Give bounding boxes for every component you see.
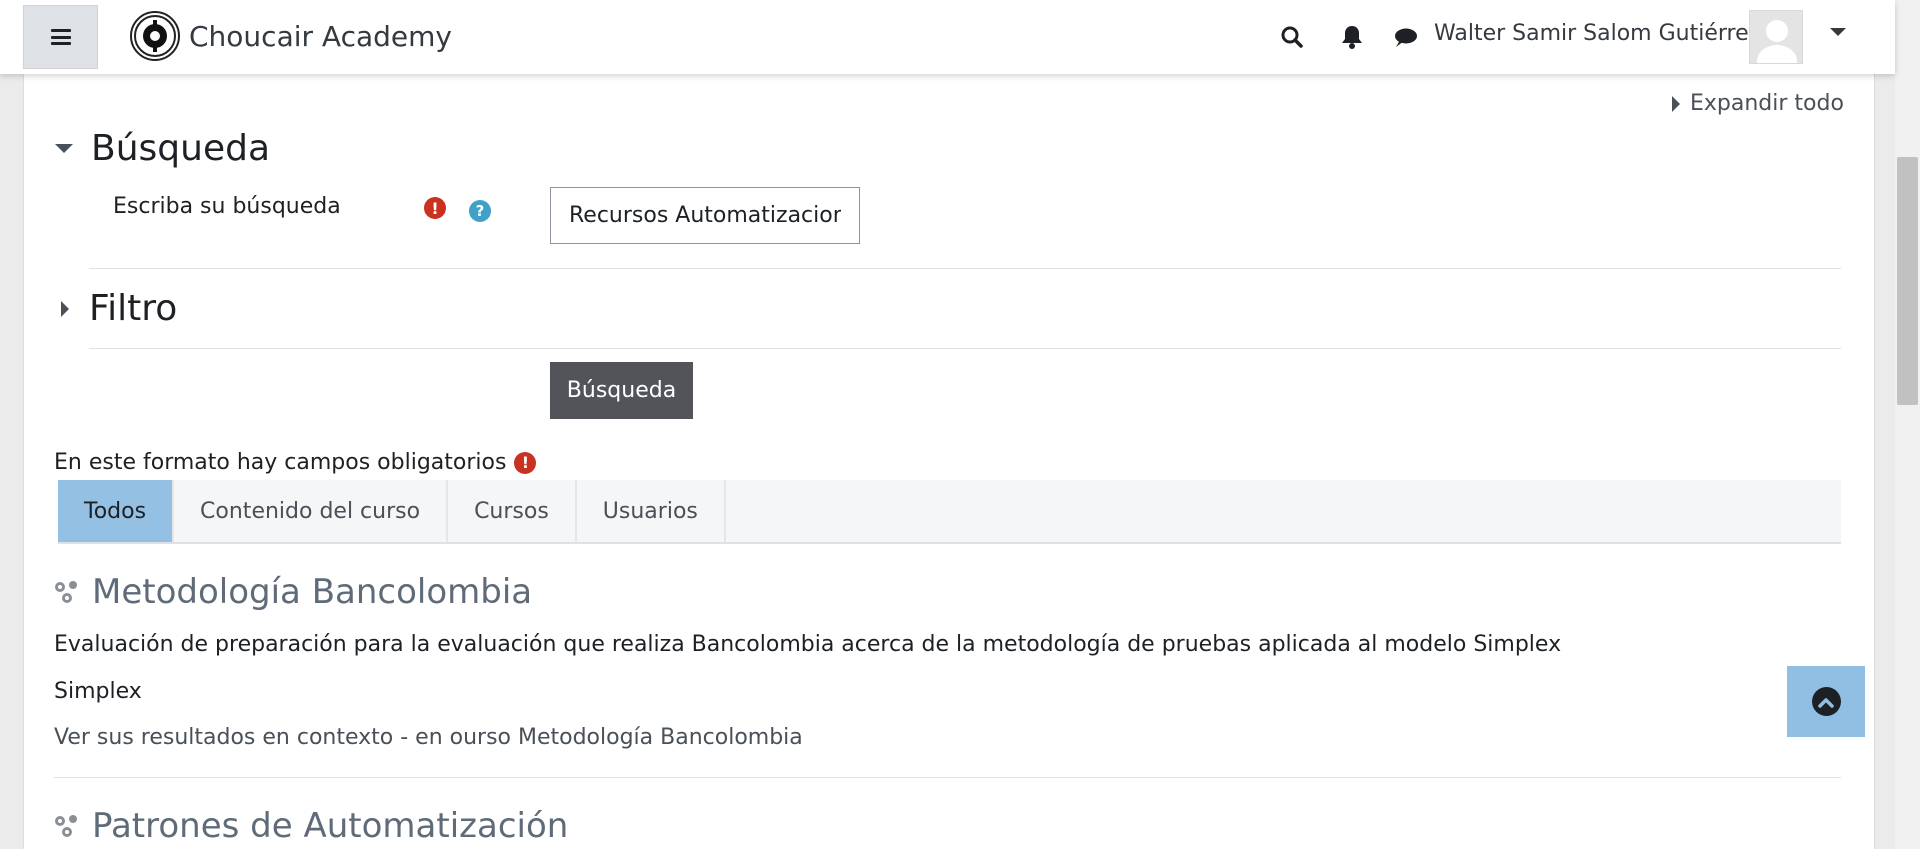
required-icon: ! [424,197,446,219]
expand-all-label: Expandir todo [1690,91,1844,116]
activity-icon [55,815,77,837]
required-fields-note: En este formato hay campos obligatorios … [54,450,537,475]
tab-cursos[interactable]: Cursos [448,480,577,542]
caret-right-icon [1672,95,1680,112]
top-navbar: Choucair Academy Walter Samir Salom Guti… [0,0,1895,74]
search-submit-button[interactable]: Búsqueda [550,362,693,419]
bell-icon[interactable] [1337,22,1367,52]
activity-icon [55,581,77,603]
filter-section-title: Filtro [89,288,178,329]
divider [89,268,1841,269]
result-title-link[interactable]: Patrones de Automatización [54,806,568,846]
hamburger-icon [50,29,71,45]
result-description: Evaluación de preparación para la evalua… [54,632,1562,657]
caret-right-icon [61,300,69,317]
search-field-label: Escriba su búsqueda [113,194,341,219]
search-section-title: Búsqueda [91,128,270,169]
help-icon[interactable]: ? [469,200,491,222]
chevron-up-icon [1811,687,1841,716]
divider [89,348,1841,349]
site-brand-link[interactable]: Choucair Academy [130,10,452,62]
avatar[interactable] [1749,10,1803,64]
search-input[interactable] [550,187,860,244]
search-section-toggle[interactable]: Búsqueda [55,128,270,169]
search-icon[interactable] [1277,22,1307,52]
expand-all-link[interactable]: Expandir todo [1672,91,1844,116]
scrollbar-thumb[interactable] [1897,157,1918,405]
scrollbar-track[interactable] [1895,0,1920,849]
tab-usuarios[interactable]: Usuarios [577,480,726,542]
required-note-text: En este formato hay campos obligatorios [54,450,507,475]
results-tabs: Todos Contenido del curso Cursos Usuario… [58,480,1841,544]
user-menu-name[interactable]: Walter Samir Salom Gutiérrez [1434,21,1760,46]
result-title-link[interactable]: Metodología Bancolombia [54,572,532,612]
back-to-top-button[interactable] [1787,666,1865,737]
divider [54,777,1841,778]
caret-down-icon [55,144,73,153]
required-icon: ! [514,451,537,474]
result-title: Patrones de Automatización [92,806,569,846]
result-tag: Simplex [54,679,142,704]
site-logo [130,11,180,61]
filter-section-toggle[interactable]: Filtro [55,288,177,329]
chevron-down-icon[interactable] [1830,28,1846,36]
tab-contenido-del-curso[interactable]: Contenido del curso [174,480,449,542]
site-name: Choucair Academy [189,19,452,53]
result-context-link[interactable]: Ver sus resultados en contexto - en ours… [54,725,803,750]
menu-toggle-button[interactable] [23,5,98,69]
result-title: Metodología Bancolombia [92,572,533,612]
chat-icon[interactable] [1390,22,1420,52]
tab-todos[interactable]: Todos [58,480,175,542]
